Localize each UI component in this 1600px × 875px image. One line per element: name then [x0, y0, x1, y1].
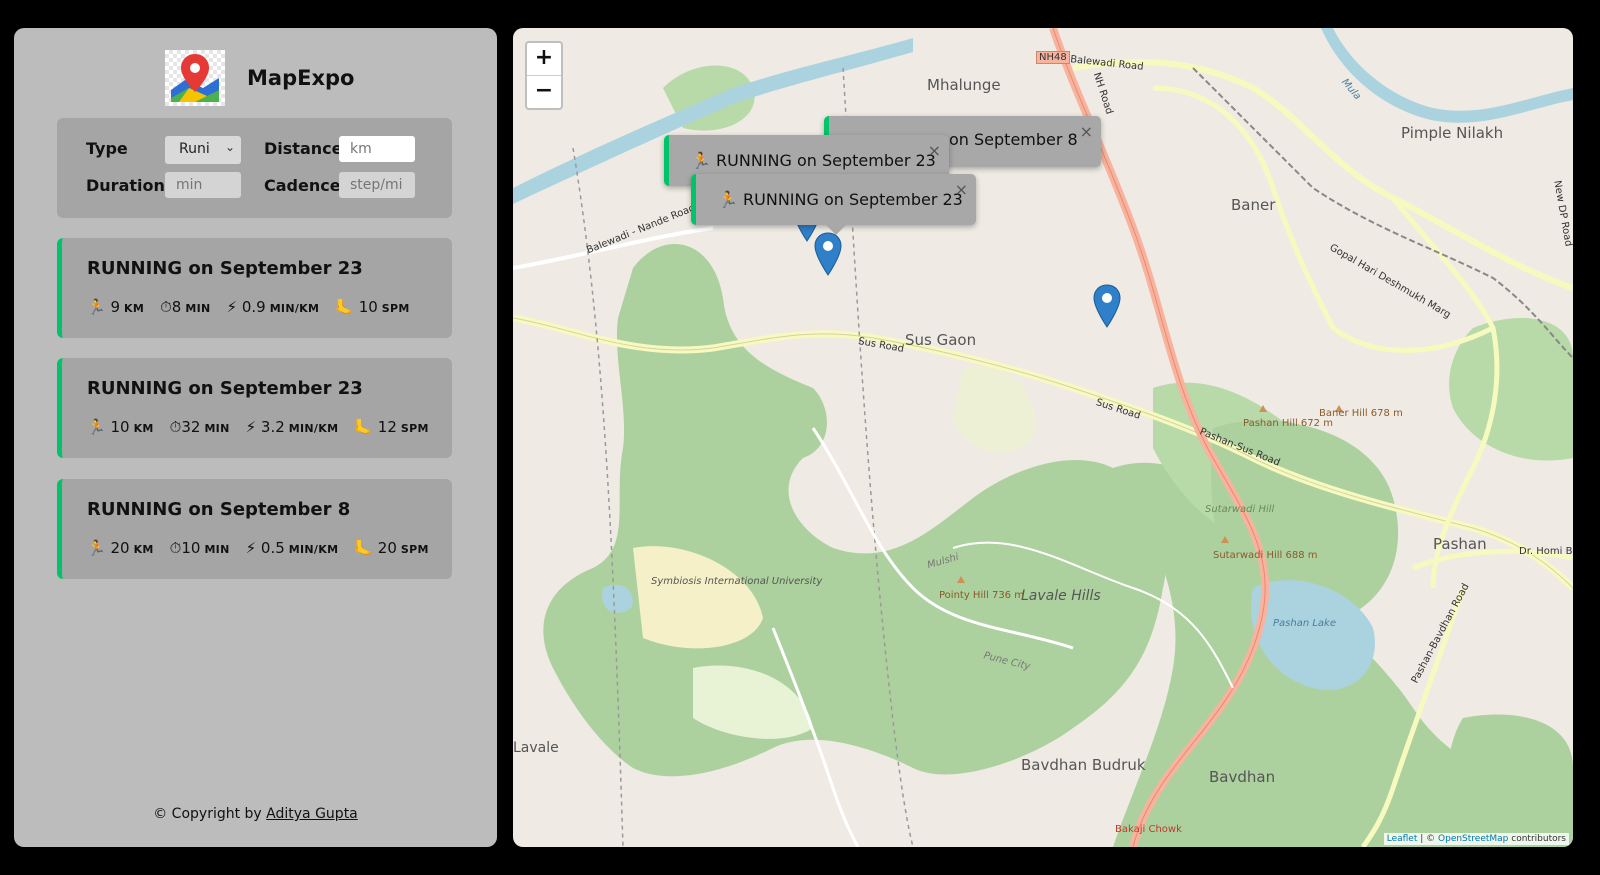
- distance-input[interactable]: [339, 136, 415, 162]
- workout-stats: 🏃 20 KM ⏱10 MIN ⚡ 0.5 MIN/KM 🦶 20 SPM: [87, 539, 429, 557]
- place-label: Pashan: [1433, 535, 1487, 553]
- workout-pace: ⚡ 3.2 MIN/KM: [245, 418, 339, 436]
- workout-pace: ⚡ 0.9 MIN/KM: [226, 298, 320, 316]
- cadence-input[interactable]: [339, 172, 415, 198]
- runner-icon: 🏃: [718, 190, 738, 209]
- runner-icon: 🏃: [87, 539, 106, 557]
- lightning-icon: ⚡: [245, 539, 257, 557]
- workout-title: RUNNING on September 23: [87, 258, 363, 279]
- map-pin-logo-icon: [165, 50, 225, 106]
- workout-duration: ⏱32 MIN: [169, 418, 230, 436]
- place-label: Pointy Hill 736 m: [939, 590, 1024, 601]
- place-label: Mhalunge: [927, 76, 1001, 94]
- workout-form: Type Runi ⌄ Distance Duration Cadence: [57, 118, 452, 218]
- workout-distance: 🏃 20 KM: [87, 539, 154, 557]
- place-label: Lavale Hills: [1021, 588, 1101, 604]
- map[interactable]: Mhalunge Pimple Nilakh Baner Sus Gaon Pa…: [513, 28, 1573, 847]
- road-label: Dr. Homi Bhabha: [1519, 546, 1573, 557]
- osm-link[interactable]: OpenStreetMap: [1438, 834, 1508, 844]
- type-select-value: Runi: [179, 141, 210, 157]
- runner-icon: 🏃: [87, 298, 106, 316]
- zoom-control: + −: [525, 41, 563, 110]
- workout-title: RUNNING on September 8: [87, 499, 351, 520]
- popup-text: 🏃 RUNNING on September 23: [691, 151, 936, 170]
- duration-input[interactable]: [165, 172, 241, 198]
- footprint-icon: 🦶: [354, 539, 374, 557]
- workout-stats: 🏃 10 KM ⏱32 MIN ⚡ 3.2 MIN/KM 🦶 12 SPM: [87, 418, 429, 436]
- close-icon[interactable]: ×: [1080, 122, 1093, 141]
- runner-icon: 🏃: [87, 418, 106, 436]
- workout-stats: 🏃 9 KM ⏱8 MIN ⚡ 0.9 MIN/KM 🦶 10 SPM: [87, 298, 410, 316]
- duration-label: Duration: [86, 176, 165, 195]
- workout-duration: ⏱8 MIN: [160, 298, 211, 316]
- road-label: Bakaji Chowk: [1115, 824, 1182, 835]
- workout-distance: 🏃 9 KM: [87, 298, 145, 316]
- place-label: Pashan Hill 672 m: [1243, 418, 1333, 429]
- close-icon[interactable]: ×: [928, 141, 941, 160]
- stopwatch-icon: ⏱: [169, 539, 182, 557]
- workout-item[interactable]: RUNNING on September 23 🏃 9 KM ⏱8 MIN ⚡ 0.…: [57, 238, 452, 338]
- zoom-in-button[interactable]: +: [527, 43, 561, 76]
- popup-text: on September 8: [949, 130, 1078, 149]
- workout-distance: 🏃 10 KM: [87, 418, 154, 436]
- place-label: Sutarwadi Hill 688 m: [1213, 550, 1318, 561]
- place-label: Pimple Nilakh: [1401, 124, 1504, 142]
- zoom-out-button[interactable]: −: [527, 76, 561, 108]
- type-select[interactable]: Runi ⌄: [165, 136, 241, 164]
- workout-cadence: 🦶 10 SPM: [335, 298, 410, 316]
- lightning-icon: ⚡: [226, 298, 238, 316]
- runner-icon: 🏃: [691, 151, 711, 170]
- workout-duration: ⏱10 MIN: [169, 539, 230, 557]
- stopwatch-icon: ⏱: [169, 418, 182, 436]
- place-label: Symbiosis International University: [651, 576, 822, 587]
- workout-item[interactable]: RUNNING on September 8 🏃 20 KM ⏱10 MIN ⚡ 0…: [57, 479, 452, 579]
- place-label: Bavdhan: [1209, 768, 1276, 786]
- footprint-icon: 🦶: [354, 418, 374, 436]
- workout-item[interactable]: RUNNING on September 23 🏃 10 KM ⏱32 MIN ⚡ …: [57, 358, 452, 458]
- place-label: Sutarwadi Hill: [1205, 504, 1275, 515]
- stopwatch-icon: ⏱: [160, 298, 172, 316]
- place-label: Baner: [1231, 196, 1276, 214]
- chevron-down-icon: ⌄: [224, 140, 235, 154]
- leaflet-link[interactable]: Leaflet: [1387, 834, 1418, 844]
- workout-pace: ⚡ 0.5 MIN/KM: [245, 539, 339, 557]
- place-label: Bavdhan Budruk: [1021, 756, 1146, 774]
- cadence-label: Cadence: [264, 176, 341, 195]
- footprint-icon: 🦶: [335, 298, 354, 316]
- close-icon[interactable]: ×: [955, 180, 968, 199]
- app-title: MapExpo: [247, 66, 355, 90]
- workout-cadence: 🦶 20 SPM: [354, 539, 429, 557]
- workout-cadence: 🦶 12 SPM: [354, 418, 429, 436]
- distance-label: Distance: [264, 139, 343, 158]
- lightning-icon: ⚡: [245, 418, 257, 436]
- place-label: Baner Hill 678 m: [1319, 408, 1403, 419]
- place-label: Pashan Lake: [1273, 618, 1336, 629]
- road-label: NH48: [1036, 51, 1070, 64]
- sidebar: MapExpo Type Runi ⌄ Distance Duration Ca…: [14, 28, 497, 847]
- map-marker-icon[interactable]: [1093, 284, 1121, 328]
- type-label: Type: [86, 139, 128, 158]
- workout-title: RUNNING on September 23: [87, 378, 363, 399]
- popup-tip: [826, 225, 846, 235]
- place-label: Sus Gaon: [905, 331, 977, 349]
- brand: MapExpo: [165, 50, 354, 106]
- map-attribution: Leaflet | © OpenStreetMap contributors: [1383, 833, 1569, 845]
- popup-text: 🏃 RUNNING on September 23: [718, 190, 963, 209]
- place-label: Lavale: [513, 740, 559, 756]
- map-popup[interactable]: 🏃 RUNNING on September 23 ×: [691, 174, 976, 235]
- copyright: © Copyright by Aditya Gupta: [153, 806, 358, 822]
- author-link[interactable]: Aditya Gupta: [266, 806, 358, 822]
